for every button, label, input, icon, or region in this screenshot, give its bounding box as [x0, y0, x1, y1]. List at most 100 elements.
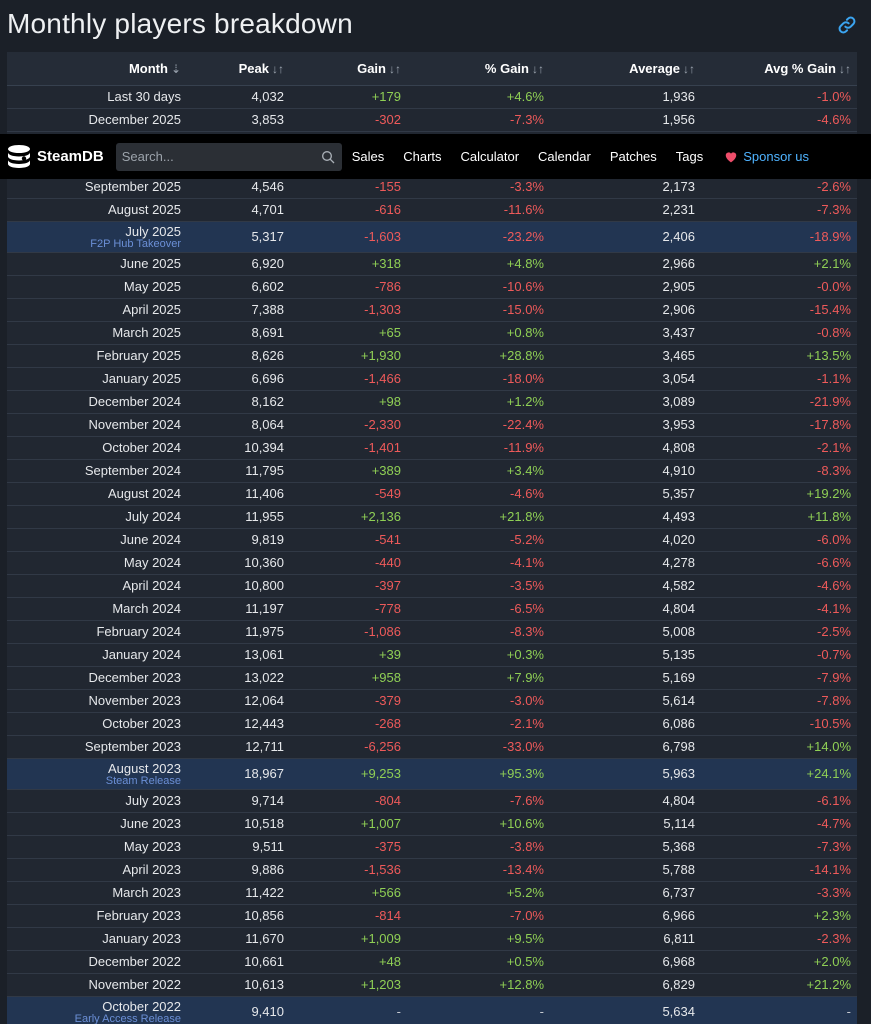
nav-calendar[interactable]: Calendar [538, 149, 591, 164]
avg-pct-gain-cell-value: +13.5% [806, 348, 851, 363]
average-cell: 5,008 [556, 620, 701, 644]
avg-pct-gain-cell: -17.8% [701, 413, 857, 437]
gain-cell: -814 [296, 904, 417, 928]
gain-cell-value: -1,466 [364, 371, 401, 386]
average-cell: 5,114 [556, 812, 701, 836]
sort-icon: ⇣ [170, 61, 181, 76]
gain-cell: +39 [296, 643, 417, 667]
avg-pct-gain-cell-value: +2.1% [813, 256, 851, 271]
pct-gain-cell: -7.6% [417, 789, 556, 813]
gain-cell: -549 [296, 482, 417, 506]
avg-pct-gain-cell: -0.8% [701, 321, 857, 345]
logo-text: SteamDB [37, 148, 104, 165]
players-table-container: Month ⇣ Peak ↓↑ Gain ↓↑ % Gain ↓↑ Average ↓↑ … [7, 52, 857, 1024]
peak-cell: 12,711 [201, 735, 296, 759]
avg-pct-gain-cell-value: -7.3% [817, 202, 851, 217]
gain-cell-value: -814 [374, 908, 401, 923]
table-row: October 2022 Early Access Release 9,410 - - 5… [7, 996, 857, 1024]
header-average[interactable]: Average ↓↑ [556, 52, 701, 86]
gain-cell-value: -155 [374, 179, 401, 194]
nav-tags[interactable]: Tags [676, 149, 703, 164]
pct-gain-cell-value: -3.0% [510, 693, 544, 708]
sort-icon: ↓↑ [272, 61, 284, 76]
avg-pct-gain-cell-value: -0.8% [817, 325, 851, 340]
average-cell-value: 2,173 [662, 179, 695, 194]
nav-sales[interactable]: Sales [352, 149, 385, 164]
peak-cell: 10,856 [201, 904, 296, 928]
average-cell: 6,737 [556, 881, 701, 905]
gain-cell-value: +958 [371, 670, 401, 685]
steamdb-logo[interactable]: SteamDB [6, 144, 104, 170]
month-cell-value: August 2025 [107, 202, 181, 217]
avg-pct-gain-cell: -4.6% [701, 574, 857, 598]
month-cell: March 2024 [7, 597, 201, 621]
average-cell: 4,278 [556, 551, 701, 575]
peak-cell: 9,886 [201, 858, 296, 882]
peak-cell: 9,819 [201, 528, 296, 552]
pct-gain-cell-value: +1.2% [506, 394, 544, 409]
pct-gain-cell-value: +0.8% [506, 325, 544, 340]
header-avg-pct-gain[interactable]: Avg % Gain ↓↑ [701, 52, 857, 86]
peak-cell-value: 11,795 [245, 463, 284, 478]
peak-cell: 11,406 [201, 482, 296, 506]
gain-cell-value: -616 [374, 202, 401, 217]
gain-cell-value: +39 [378, 647, 401, 662]
peak-cell-value: 5,317 [251, 229, 284, 244]
avg-pct-gain-cell: -4.1% [701, 597, 857, 621]
avg-pct-gain-cell: -1.0% [701, 85, 857, 109]
nav-charts[interactable]: Charts [403, 149, 441, 164]
gain-cell: -1,401 [296, 436, 417, 460]
peak-cell-value: 10,360 [244, 555, 284, 570]
link-icon[interactable] [837, 15, 857, 35]
search-box [115, 142, 342, 171]
avg-pct-gain-cell-value: -15.4% [809, 302, 851, 317]
search-icon[interactable] [320, 149, 336, 165]
average-cell: 6,968 [556, 950, 701, 974]
table-row: March 2024 11,197 -778 -6.5% 4,804 -4.1% [7, 597, 857, 621]
gain-cell-value: +179 [371, 88, 401, 104]
gain-cell-value: -1,303 [364, 302, 401, 317]
pct-gain-cell-value: - [539, 1004, 544, 1019]
avg-pct-gain-cell-value: -6.1% [817, 793, 851, 808]
peak-cell-value: 11,422 [245, 885, 284, 900]
nav-patches[interactable]: Patches [610, 149, 657, 164]
month-cell: November 2024 [7, 413, 201, 437]
avg-pct-gain-cell-value: - [846, 1004, 851, 1019]
gain-cell: +48 [296, 950, 417, 974]
pct-gain-cell: -8.3% [417, 620, 556, 644]
avg-pct-gain-cell-value: -4.6% [817, 111, 851, 127]
header-gain[interactable]: Gain ↓↑ [296, 52, 417, 86]
average-cell-value: 4,493 [662, 509, 695, 524]
header-month[interactable]: Month ⇣ [7, 52, 201, 86]
table-row: November 2024 8,064 -2,330 -22.4% 3,953 -17.8… [7, 413, 857, 437]
table-row: October 2023 12,443 -268 -2.1% 6,086 -10.5% [7, 712, 857, 736]
header-pct-gain[interactable]: % Gain ↓↑ [417, 52, 556, 86]
average-cell-value: 6,968 [662, 954, 695, 969]
average-cell-value: 4,804 [662, 793, 695, 808]
nav-calculator[interactable]: Calculator [461, 149, 520, 164]
search-input[interactable] [115, 142, 342, 171]
peak-cell-value: 4,701 [251, 202, 284, 217]
average-cell: 5,135 [556, 643, 701, 667]
sponsor-link[interactable]: Sponsor us [724, 149, 809, 164]
average-cell-value: 3,089 [662, 394, 695, 409]
gain-cell: -379 [296, 689, 417, 713]
month-cell-value: October 2022 [102, 998, 181, 1014]
avg-pct-gain-cell: -18.9% [701, 221, 857, 253]
pct-gain-cell: -4.6% [417, 482, 556, 506]
pct-gain-cell-value: -3.5% [510, 578, 544, 593]
average-cell-value: 4,808 [662, 440, 695, 455]
average-cell-value: 5,135 [662, 647, 695, 662]
avg-pct-gain-cell-value: -4.1% [817, 601, 851, 616]
avg-pct-gain-cell: +19.2% [701, 482, 857, 506]
gain-cell: -1,303 [296, 298, 417, 322]
average-cell-value: 6,829 [662, 977, 695, 992]
average-cell-value: 4,278 [662, 555, 695, 570]
header-month-label: Month [128, 60, 168, 76]
pct-gain-cell: +0.3% [417, 643, 556, 667]
header-peak[interactable]: Peak ↓↑ [201, 52, 296, 86]
month-cell-value: December 2024 [88, 394, 182, 409]
month-cell: January 2023 [7, 927, 201, 951]
pct-gain-cell: -6.5% [417, 597, 556, 621]
peak-cell: 5,317 [201, 221, 296, 253]
